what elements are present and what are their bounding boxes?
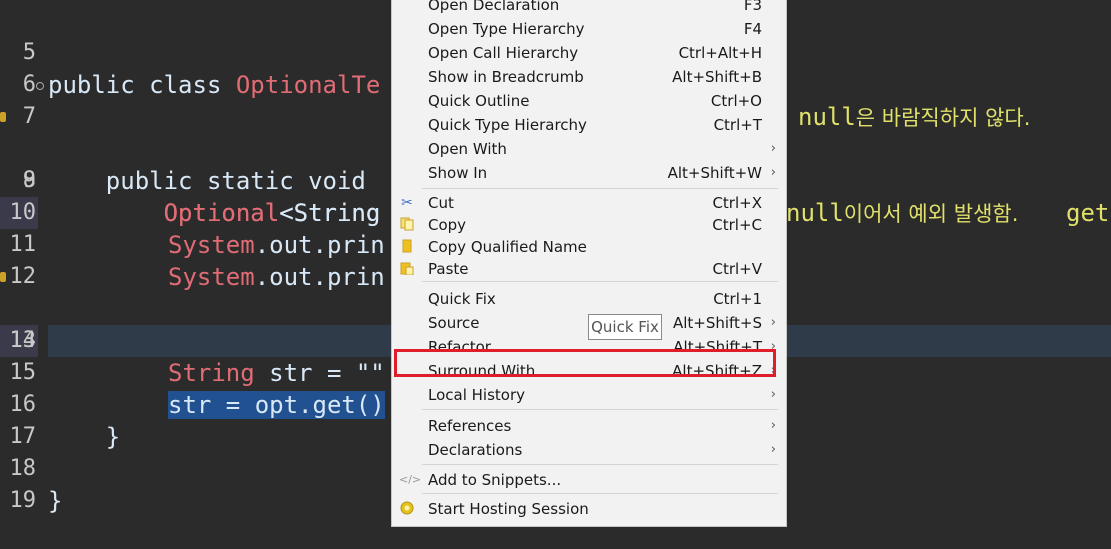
menu-separator (422, 464, 778, 465)
menu-separator (422, 188, 778, 189)
hosting-icon (399, 501, 415, 517)
menu-separator (422, 409, 778, 410)
comment-text: 이어서 예외 발생함. (843, 202, 1019, 226)
line-number: 19 (9, 488, 37, 513)
context-menu: Open Declaration F3 Open Type Hierarchy F4… (391, 0, 787, 527)
submenu-arrow-icon: › (770, 442, 776, 457)
submenu-arrow-icon: › (770, 418, 776, 433)
copy-icon (399, 217, 415, 233)
menu-separator (422, 281, 778, 282)
quick-fix-tooltip: Quick Fix (588, 314, 662, 340)
menu-item-copy-qualified-name[interactable]: Copy Qualified Name (392, 235, 786, 259)
fold-toggle-icon[interactable] (36, 82, 44, 90)
menu-item-quick-fix[interactable]: Quick Fix Ctrl+1 (392, 287, 786, 311)
menu-item-quick-type-hierarchy[interactable]: Quick Type Hierarchy Ctrl+T (392, 113, 786, 137)
menu-item-open-declaration[interactable]: Open Declaration F3 (392, 0, 786, 17)
comment-text: 은 바람직하지 않다. (855, 106, 1031, 130)
menu-item-cut[interactable]: ✂ Cut Ctrl+X (392, 191, 786, 215)
submenu-arrow-icon: › (770, 165, 776, 180)
comment-keyword: null (798, 103, 856, 131)
menu-item-show-in-breadcrumb[interactable]: Show in Breadcrumb Alt+Shift+B (392, 65, 786, 89)
warning-marker-icon[interactable] (0, 272, 6, 282)
menu-item-show-in[interactable]: Show In Alt+Shift+W › (392, 161, 786, 185)
submenu-arrow-icon: › (770, 141, 776, 156)
menu-item-open-call-hierarchy[interactable]: Open Call Hierarchy Ctrl+Alt+H (392, 41, 786, 65)
menu-item-open-type-hierarchy[interactable]: Open Type Hierarchy F4 (392, 17, 786, 41)
menu-item-start-hosting-session[interactable]: Start Hosting Session (392, 497, 786, 521)
submenu-arrow-icon: › (770, 315, 776, 330)
highlight-box (394, 349, 776, 377)
comment-text: get (1066, 199, 1110, 227)
menu-item-add-to-snippets[interactable]: </> Add to Snippets... (392, 468, 786, 492)
submenu-arrow-icon: › (770, 387, 776, 402)
warning-marker-icon[interactable] (0, 112, 6, 122)
snippet-icon: </> (399, 473, 422, 486)
comment-keyword: null (786, 199, 844, 227)
menu-item-copy[interactable]: Copy Ctrl+C (392, 213, 786, 237)
menu-item-local-history[interactable]: Local History › (392, 383, 786, 407)
menu-separator (422, 493, 778, 494)
paste-icon (399, 261, 415, 277)
menu-item-quick-outline[interactable]: Quick Outline Ctrl+O (392, 89, 786, 113)
menu-item-references[interactable]: References › (392, 414, 786, 438)
menu-item-open-with[interactable]: Open With › (392, 137, 786, 161)
menu-item-declarations[interactable]: Declarations › (392, 438, 786, 462)
scissors-icon: ✂ (401, 195, 413, 211)
menu-item-paste[interactable]: Paste Ctrl+V (392, 257, 786, 281)
copy-qualified-icon (399, 239, 415, 255)
